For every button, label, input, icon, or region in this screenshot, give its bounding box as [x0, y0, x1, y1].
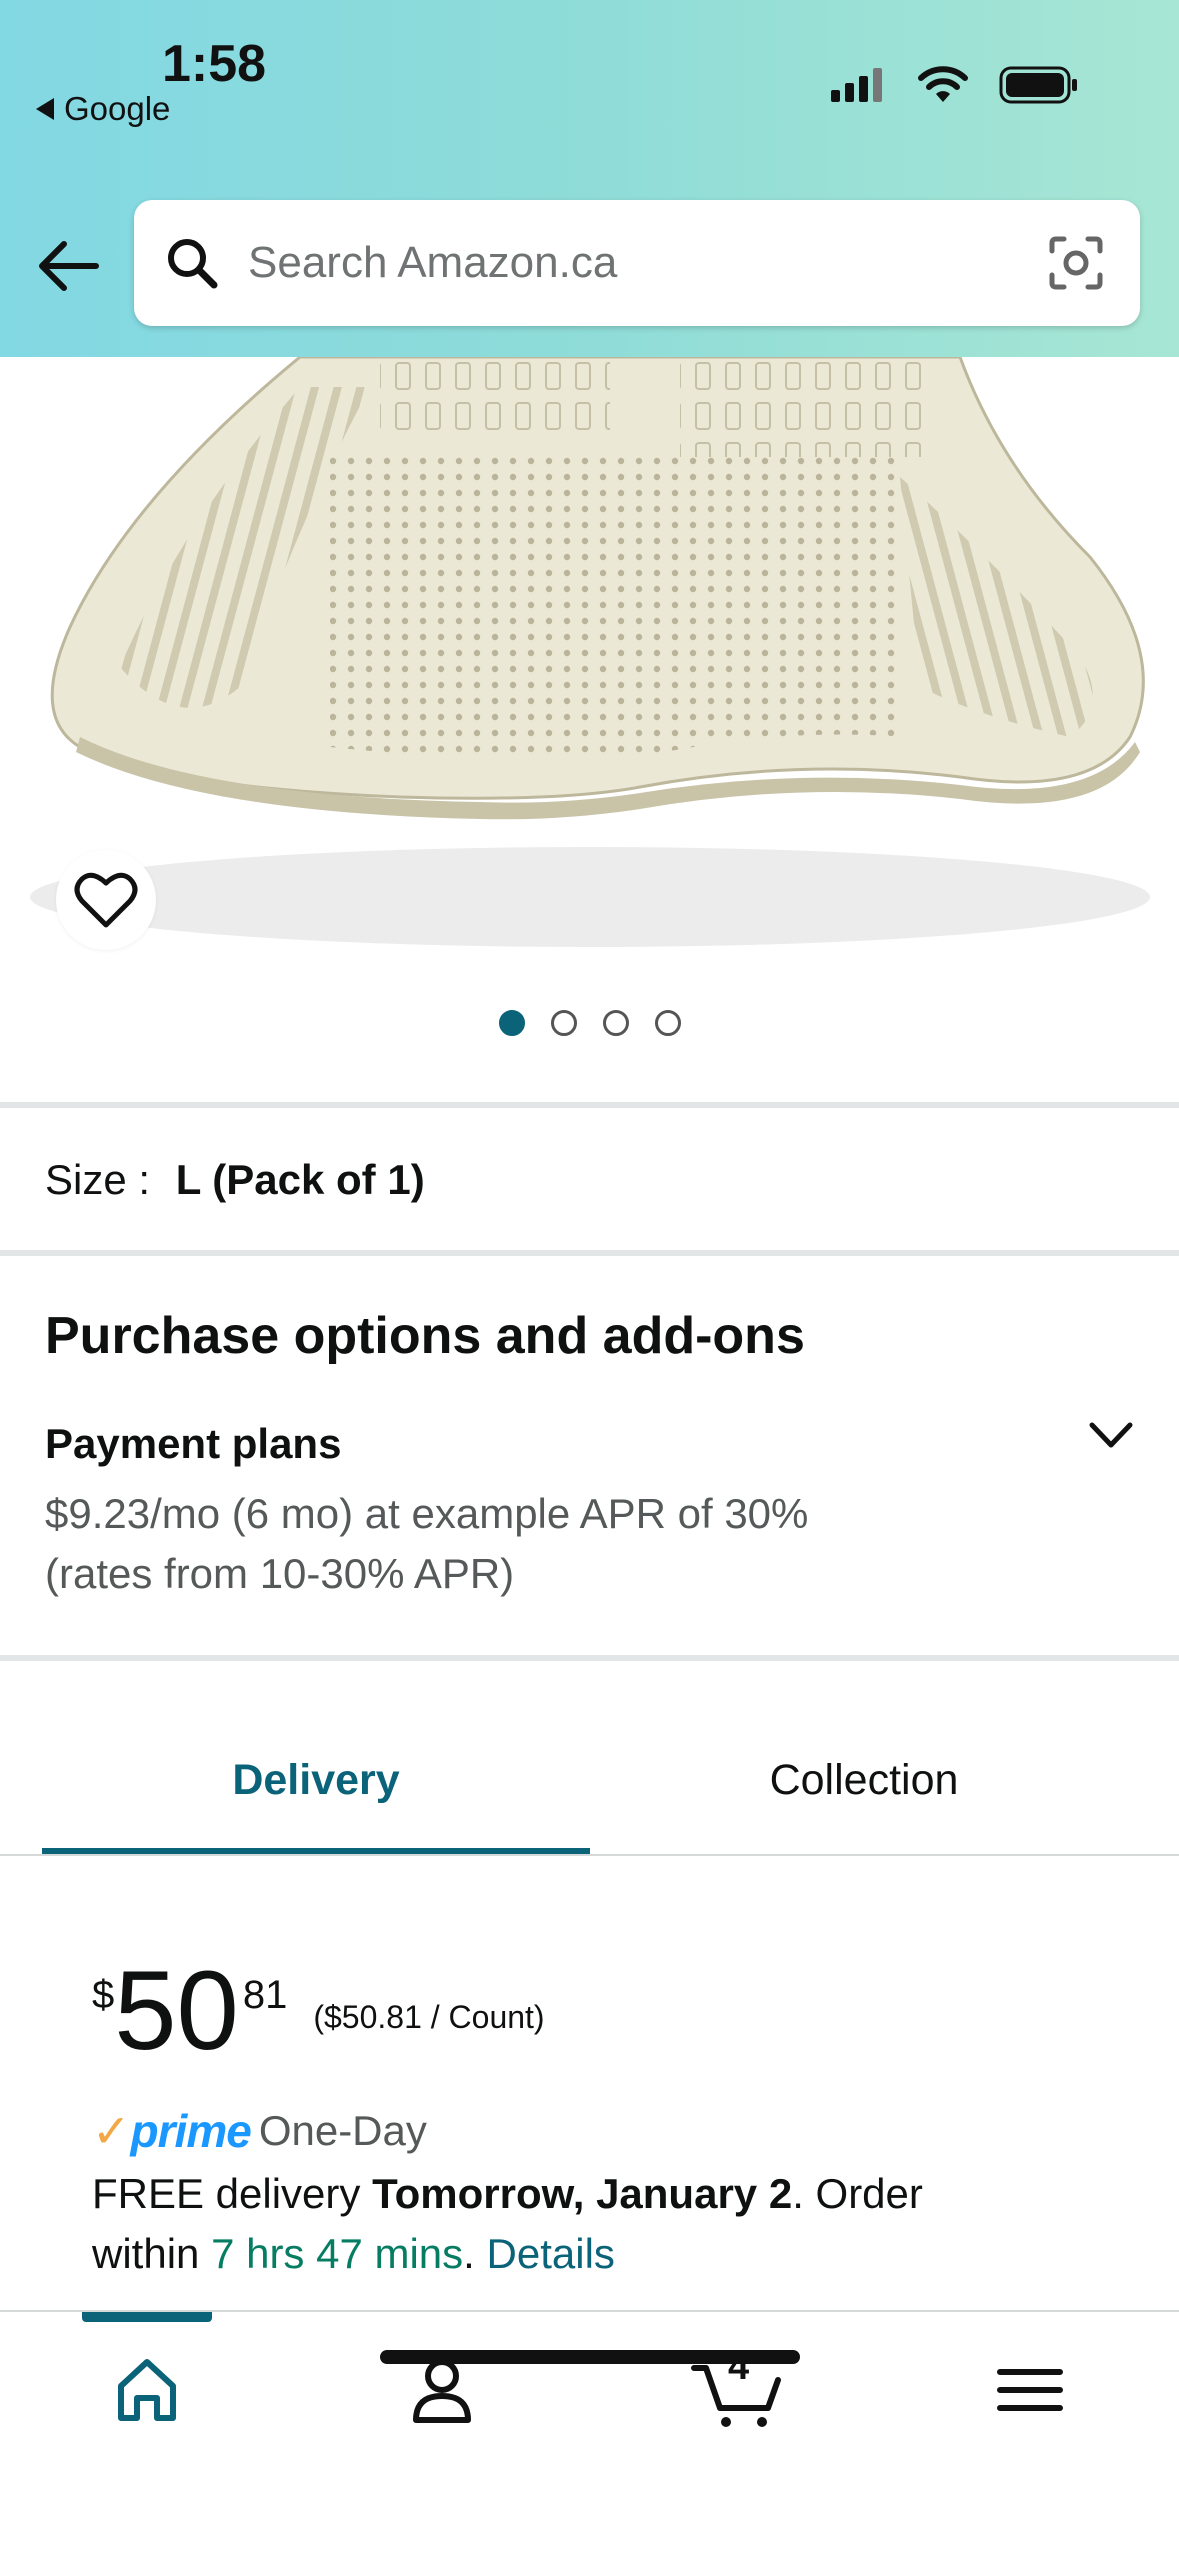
header: 1:58 Google Search Amazon.ca: [0, 0, 1179, 357]
tab-divider: [0, 1854, 1179, 1856]
free-delivery-text: FREE delivery: [92, 2170, 373, 2217]
size-selector[interactable]: Size : L (Pack of 1): [45, 1156, 425, 1204]
product-image[interactable]: [0, 357, 1179, 957]
period-text: .: [463, 2230, 475, 2277]
delivery-info-line2: within 7 hrs 47 mins. Details: [92, 2230, 615, 2278]
pagination-dot-3[interactable]: [602, 1010, 629, 1036]
prime-badge: ✓ prime One-Day: [92, 2104, 427, 2158]
camera-search-icon[interactable]: [1046, 233, 1106, 293]
search-input[interactable]: Search Amazon.ca: [248, 238, 1046, 288]
divider: [0, 1102, 1179, 1108]
delivery-date: Tomorrow, January 2: [372, 2170, 793, 2217]
details-link[interactable]: Details: [487, 2230, 615, 2277]
prime-tier: One-Day: [258, 2107, 427, 2154]
within-text: within: [92, 2230, 212, 2277]
payment-plans-title[interactable]: Payment plans: [45, 1420, 341, 1468]
product-photo: [30, 357, 1150, 947]
price-currency: $: [92, 1973, 115, 2017]
back-triangle-icon: [36, 98, 54, 120]
price: $ 50 81 ($50.81 / Count): [92, 1955, 545, 2067]
prime-logo: prime: [130, 2105, 252, 2157]
wifi-icon: [918, 66, 968, 102]
payment-plans-text: $9.23/mo (6 mo) at example APR of 30%: [45, 1490, 809, 1537]
size-label: Size :: [45, 1156, 151, 1203]
battery-icon: [999, 66, 1077, 104]
image-pagination[interactable]: [0, 1010, 1179, 1036]
search-icon: [168, 239, 218, 289]
tab-collection[interactable]: Collection: [590, 1756, 1138, 1805]
pagination-dot-4[interactable]: [654, 1010, 681, 1036]
home-icon[interactable]: [107, 2350, 187, 2430]
heart-icon: [74, 872, 138, 928]
search-bar[interactable]: Search Amazon.ca: [134, 200, 1140, 326]
delivery-info-line1: FREE delivery Tomorrow, January 2. Order: [92, 2170, 923, 2218]
status-icons: [831, 66, 1079, 104]
pagination-dot-2[interactable]: [550, 1010, 577, 1036]
order-text: . Order: [792, 2170, 923, 2217]
purchase-options-title: Purchase options and add-ons: [45, 1307, 805, 1365]
back-app-label: Google: [64, 90, 171, 127]
pagination-dot-1[interactable]: [498, 1010, 525, 1036]
delivery-tabs: Delivery Collection: [0, 1720, 1179, 1858]
chevron-down-icon[interactable]: [1086, 1415, 1136, 1455]
prime-check-icon: ✓: [92, 2105, 131, 2157]
status-time: 1:58: [162, 35, 267, 93]
signal-icon: [831, 68, 882, 102]
tab-delivery[interactable]: Delivery: [42, 1756, 590, 1805]
back-to-app-link[interactable]: Google: [36, 90, 170, 128]
back-arrow-icon[interactable]: [34, 236, 104, 296]
divider: [0, 1250, 1179, 1256]
delivery-countdown: 7 hrs 47 mins: [211, 2230, 464, 2277]
home-indicator[interactable]: [380, 2350, 800, 2364]
bottom-nav: 4: [0, 2310, 1179, 2558]
nav-active-indicator: [82, 2312, 212, 2322]
price-fraction: 81: [242, 1973, 288, 2017]
price-whole: 50: [114, 1948, 239, 2073]
size-value: L (Pack of 1): [175, 1156, 425, 1203]
menu-icon[interactable]: [990, 2350, 1070, 2430]
add-to-wishlist-button[interactable]: [56, 850, 156, 950]
divider: [0, 1655, 1179, 1661]
price-per-unit: ($50.81 / Count): [313, 1999, 545, 2035]
payment-plans-rates: (rates from 10-30% APR): [45, 1550, 515, 1597]
